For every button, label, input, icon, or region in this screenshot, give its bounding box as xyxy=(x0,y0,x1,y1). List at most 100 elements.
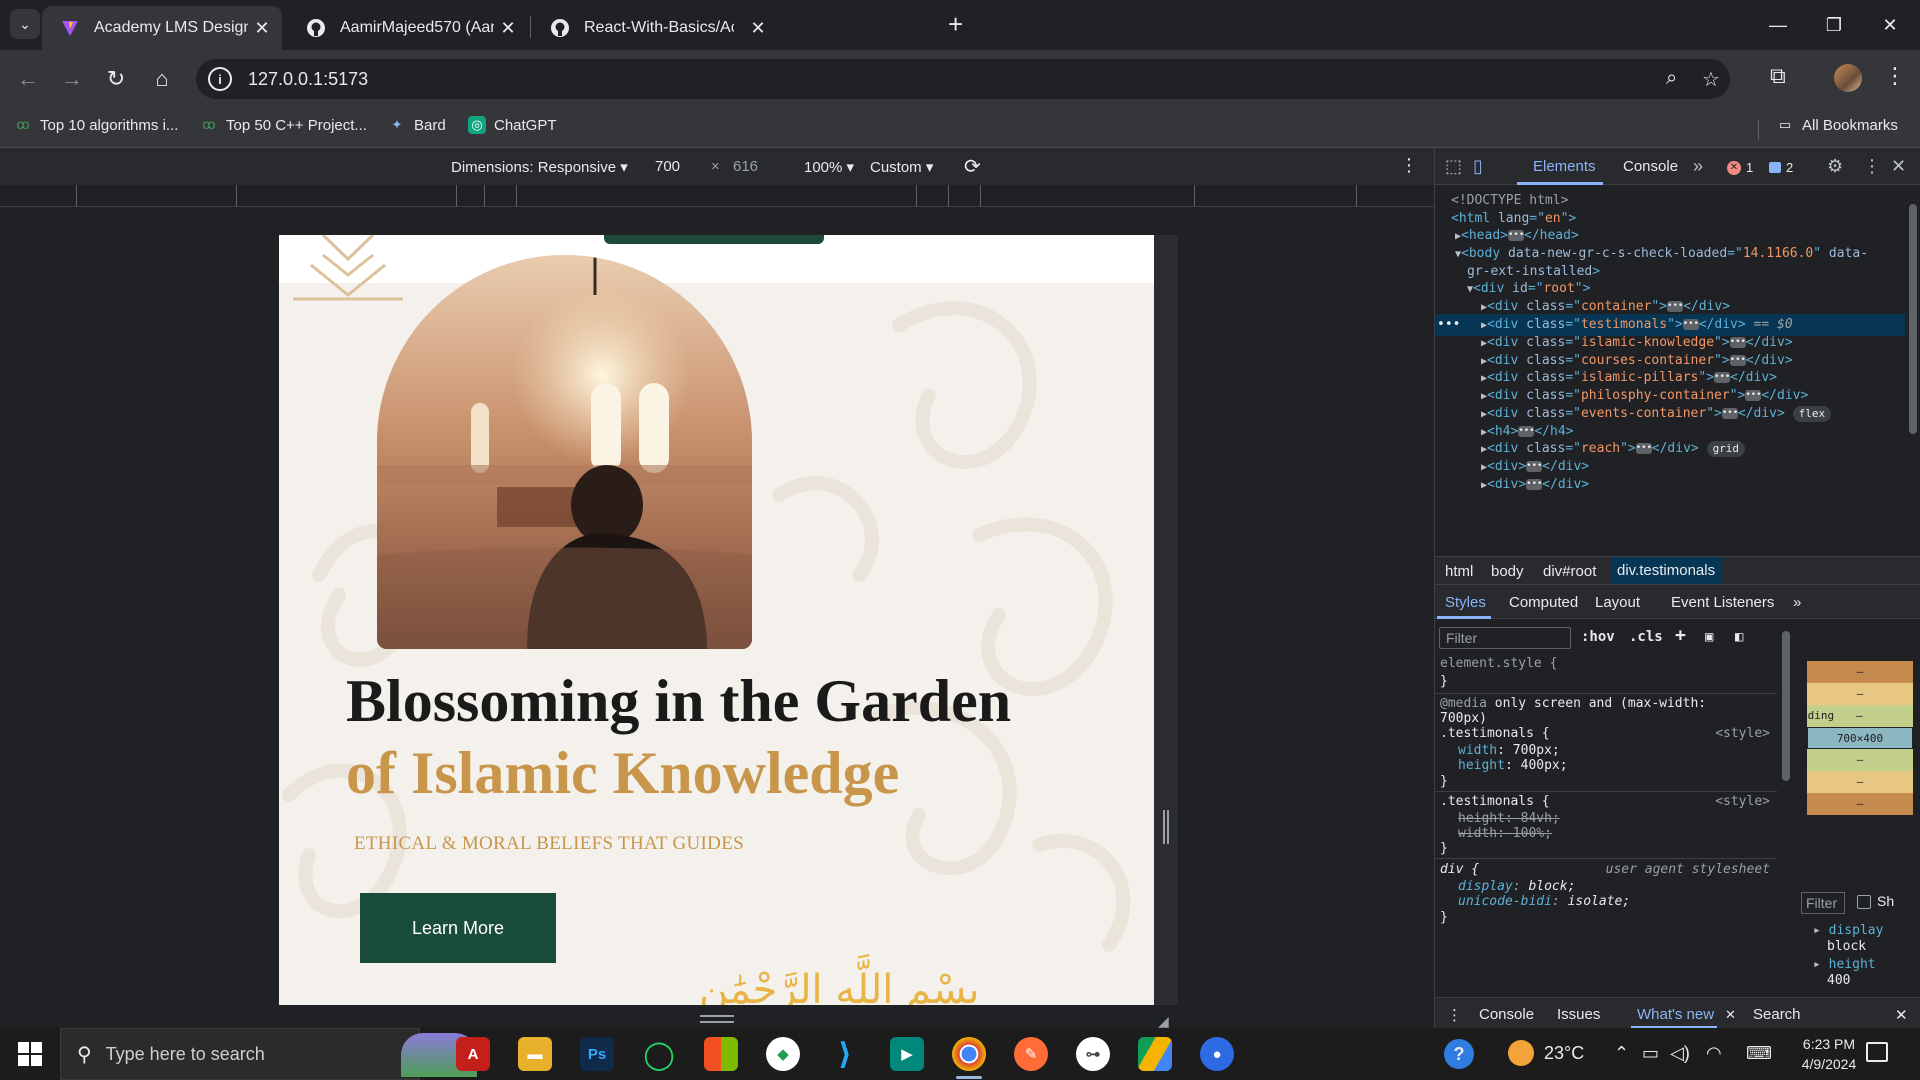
help-icon[interactable]: ? xyxy=(1444,1039,1474,1069)
scrollbar-thumb[interactable] xyxy=(1782,631,1790,781)
show-all-checkbox[interactable] xyxy=(1857,895,1871,909)
border-band[interactable]: – xyxy=(1807,683,1913,705)
drawer-tab-issues[interactable]: Issues xyxy=(1557,1006,1600,1023)
padding-band[interactable]: dding – xyxy=(1801,705,1913,727)
rotate-icon[interactable]: ⟳ xyxy=(964,154,981,179)
throttle-dropdown[interactable]: Custom ▾ xyxy=(870,158,933,176)
battery-icon[interactable]: ▭ xyxy=(1642,1043,1659,1064)
office-grid-icon[interactable] xyxy=(704,1037,738,1071)
extensions-icon[interactable]: ⧉ xyxy=(1770,63,1786,89)
tab-computed[interactable]: Computed xyxy=(1509,594,1578,611)
dimensions-dropdown[interactable]: Dimensions: Responsive ▾ xyxy=(451,158,628,176)
vscode-icon[interactable]: ⟩ xyxy=(828,1037,862,1071)
more-tabs-icon[interactable]: » xyxy=(1793,594,1801,611)
bottom-resize-handle[interactable] xyxy=(700,1015,734,1023)
restore-button[interactable]: ❐ xyxy=(1806,8,1862,42)
class-toggle[interactable]: .cls xyxy=(1629,629,1663,645)
site-info-icon[interactable]: i xyxy=(208,67,232,91)
clock[interactable]: 6:23 PM 4/9/2024 xyxy=(1784,1034,1874,1074)
notification-center-icon[interactable] xyxy=(1866,1042,1888,1062)
close-icon[interactable]: ✕ xyxy=(494,18,522,39)
grid-badge[interactable]: grid xyxy=(1706,440,1746,457)
address-bar[interactable]: i 127.0.0.1:5173 ⌕ ☆ xyxy=(196,59,1730,99)
ellipsis-icon[interactable]: ••• xyxy=(1667,301,1683,312)
computed-property[interactable]: ▸ height xyxy=(1813,957,1876,972)
ellipsis-icon[interactable]: ••• xyxy=(1729,355,1746,366)
devtools-menu-icon[interactable]: ⋮ xyxy=(1863,156,1881,177)
volume-icon[interactable]: ◁) xyxy=(1670,1043,1690,1064)
height-input[interactable]: 616 xyxy=(733,158,758,175)
width-input[interactable]: 700 xyxy=(655,158,680,175)
drawer-tab-console[interactable]: Console xyxy=(1479,1006,1534,1023)
photoshop-icon[interactable]: Ps xyxy=(580,1037,614,1071)
google-drive-icon[interactable] xyxy=(1138,1037,1172,1071)
border-band-bottom[interactable]: – xyxy=(1807,771,1913,793)
bookmark-star-icon[interactable]: ☆ xyxy=(1702,67,1720,92)
zoom-icon[interactable]: ⌕ xyxy=(1666,67,1677,90)
dom-scrollbar[interactable] xyxy=(1905,186,1920,554)
margin-band[interactable]: – xyxy=(1807,661,1913,683)
zoom-dropdown[interactable]: 100% ▾ xyxy=(804,158,854,176)
drawer-tab-search[interactable]: Search xyxy=(1753,1006,1801,1023)
message-badge[interactable]: 2 xyxy=(1769,160,1793,175)
bookmark-item[interactable]: ◎ ChatGPT xyxy=(468,116,557,134)
media-query-ruler[interactable] xyxy=(0,185,1434,207)
ellipsis-icon[interactable]: ••• xyxy=(1729,337,1746,348)
style-source-link[interactable]: <style> xyxy=(1715,725,1770,743)
weather-temp[interactable]: 23°C xyxy=(1544,1043,1584,1064)
minimize-button[interactable]: — xyxy=(1750,8,1806,42)
chevron-up-icon[interactable]: ⌃ xyxy=(1614,1043,1629,1064)
postman-icon[interactable]: ✎ xyxy=(1014,1037,1048,1071)
all-bookmarks-button[interactable]: ▭ All Bookmarks xyxy=(1776,116,1898,134)
padding-band-bottom[interactable]: – xyxy=(1807,749,1913,771)
breadcrumb-item-selected[interactable]: div.testimonals xyxy=(1611,557,1722,584)
bookmark-item[interactable]: ꝏ Top 10 algorithms i... xyxy=(14,116,178,134)
scrollbar-thumb[interactable] xyxy=(1909,204,1917,434)
breadcrumb-item[interactable]: div#root xyxy=(1543,563,1596,580)
hover-state-toggle[interactable]: :hov xyxy=(1581,629,1615,645)
content-box[interactable]: 700×400 xyxy=(1807,727,1913,749)
css-declaration-overridden[interactable]: width: 100%; xyxy=(1440,825,1552,843)
margin-band-bottom[interactable]: – xyxy=(1807,793,1913,815)
breadcrumb-item[interactable]: html xyxy=(1445,563,1473,580)
resize-handle[interactable] xyxy=(1163,810,1169,844)
ellipsis-icon[interactable]: ••• xyxy=(1635,443,1652,454)
tab-github-repo[interactable]: React-With-Basics/Academy/RE ✕ xyxy=(532,6,932,50)
chrome-icon[interactable] xyxy=(952,1037,986,1079)
tab-layout[interactable]: Layout xyxy=(1595,594,1640,611)
tab-styles[interactable]: Styles xyxy=(1445,594,1486,611)
ellipsis-icon[interactable]: ••• xyxy=(1721,408,1738,419)
style-source-link[interactable]: <style> xyxy=(1715,793,1770,811)
whatsapp-icon[interactable]: ◯ xyxy=(642,1037,676,1071)
dom-tree[interactable]: <!DOCTYPE html> <html lang="en"> ▶<head>… xyxy=(1435,186,1905,554)
tab-console[interactable]: Console xyxy=(1623,158,1678,175)
css-declaration[interactable]: height: 400px; xyxy=(1440,757,1568,775)
more-tabs-icon[interactable]: » xyxy=(1693,156,1703,177)
meet-icon[interactable]: ▶ xyxy=(890,1037,924,1071)
styles-filter-input[interactable]: Filter xyxy=(1439,627,1571,649)
ellipsis-icon[interactable]: ••• xyxy=(1526,461,1542,472)
close-devtools-icon[interactable]: ✕ xyxy=(1891,156,1906,177)
viewport-side-resizer[interactable] xyxy=(1154,235,1178,1005)
ellipsis-icon[interactable]: ••• xyxy=(1526,479,1542,490)
new-tab-button[interactable]: + xyxy=(948,11,963,37)
settings-gear-icon[interactable]: ⚙ xyxy=(1827,156,1843,177)
ellipsis-icon[interactable]: ••• xyxy=(1714,372,1730,383)
paint-icon[interactable]: ▣ xyxy=(1705,629,1713,645)
dom-node[interactable]: ▶<div>•••</div> xyxy=(1435,474,1905,496)
menu-kebab-icon[interactable]: ⋮ xyxy=(1884,63,1906,89)
tab-event-listeners[interactable]: Event Listeners xyxy=(1671,594,1774,611)
computed-filter-input[interactable]: Filter xyxy=(1801,892,1845,914)
close-drawer-icon[interactable]: ✕ xyxy=(1895,1006,1908,1024)
drawer-menu-icon[interactable]: ⋮ xyxy=(1447,1006,1462,1024)
error-badge[interactable]: ✕ 1 xyxy=(1727,160,1753,175)
learn-more-button[interactable]: Learn More xyxy=(360,893,556,963)
styles-scrollbar[interactable] xyxy=(1777,619,1795,997)
bookmark-item[interactable]: ꝏ Top 50 C++ Project... xyxy=(200,116,367,134)
close-icon[interactable]: ✕ xyxy=(1725,1007,1736,1023)
close-icon[interactable]: ✕ xyxy=(248,18,276,39)
acrobat-icon[interactable]: A xyxy=(456,1037,490,1071)
more-options-icon[interactable]: ⋮ xyxy=(1400,155,1418,176)
tab-academy-lms[interactable]: Academy LMS Design ✕ xyxy=(42,6,282,50)
keyboard-icon[interactable]: ⌨ xyxy=(1746,1043,1772,1064)
